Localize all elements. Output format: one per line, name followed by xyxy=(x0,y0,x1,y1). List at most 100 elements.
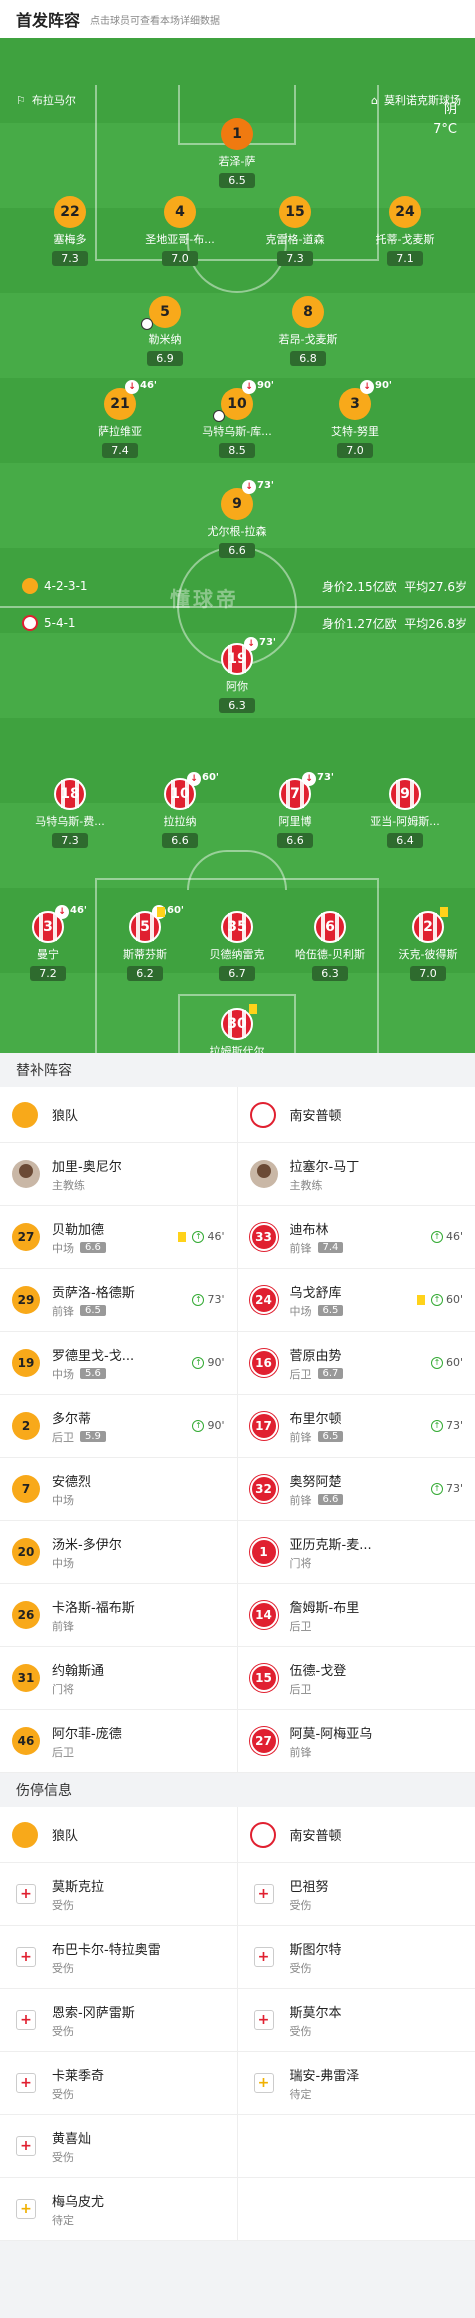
player-name: 卡洛斯-福布斯 xyxy=(52,1600,135,1616)
saints-player[interactable]: 6 哈伍德-贝利斯 6.3 xyxy=(275,911,385,981)
wolves-player[interactable]: 1 若泽-萨 6.5 xyxy=(182,118,292,188)
shirt-number: 29 xyxy=(12,1286,40,1314)
subs-section-title: 替补阵容 xyxy=(0,1053,475,1087)
shirt-number: 18 xyxy=(54,778,86,810)
subs-table: 狼队 南安普顿 加里-奥尼尔 主教练 拉塞尔-马丁 主教练 27 贝勒加德 中场 6.6 ↑… xyxy=(0,1087,475,1773)
away-coach[interactable]: 拉塞尔-马丁 主教练 xyxy=(237,1143,475,1206)
injury-away-team: 南安普顿 xyxy=(237,1807,475,1863)
shirt-number: 26 xyxy=(12,1601,40,1629)
shirt-number: 9 ↓ 73' xyxy=(221,480,274,520)
player-name: 沃克-彼得斯 xyxy=(398,948,458,961)
sub-player[interactable]: 2 多尔蒂 后卫 5.9 ↑ 90' xyxy=(0,1395,238,1458)
wolves-player[interactable]: 10 ↓ 90' 马特乌斯-库... 8.5 xyxy=(182,380,292,458)
sub-player[interactable]: 32 奥努阿楚 前锋 6.6 ↑ 73' xyxy=(237,1458,475,1521)
shirt-number: 3 ↓ 90' xyxy=(339,380,392,420)
injured-player[interactable]: + 莫斯克拉 受伤 xyxy=(0,1863,238,1926)
wolves-player[interactable]: 4 圣地亚哥-布... 7.0 xyxy=(125,196,235,266)
saints-player[interactable]: 2 沃克-彼得斯 7.0 xyxy=(373,907,475,981)
sub-player[interactable]: 29 贡萨洛-格德斯 前锋 6.5 ↑ 73' xyxy=(0,1269,238,1332)
sub-player[interactable]: 31 约翰斯通 门将 xyxy=(0,1647,238,1710)
wolves-player[interactable]: 5 勒米纳 6.9 xyxy=(110,296,220,366)
player-position: 中场 6.5 xyxy=(290,1303,344,1319)
shirt-number: 6 xyxy=(314,911,346,943)
goal-ball-icon xyxy=(213,410,225,422)
injured-player[interactable]: + 梅乌皮尤 待定 xyxy=(0,2178,238,2241)
player-name: 安德烈 xyxy=(52,1474,92,1490)
player-name: 黄喜灿 xyxy=(52,2131,92,2147)
sub-player[interactable]: 16 菅原由势 后卫 6.7 ↑ 60' xyxy=(237,1332,475,1395)
sub-out-icon: ↓ xyxy=(302,772,316,786)
player-name: 克雷格-道森 xyxy=(265,233,325,246)
injured-player[interactable]: + 黄喜灿 受伤 xyxy=(0,2115,238,2178)
sub-player[interactable]: 27 贝勒加德 中场 6.6 ↑ 46' xyxy=(0,1206,238,1269)
player-rating: 7.4 xyxy=(317,1242,344,1253)
injured-player[interactable]: + 斯图尔特 受伤 xyxy=(237,1926,475,1989)
player-name: 罗德里戈-戈... xyxy=(52,1348,135,1364)
player-info: 亚历克斯-麦... 门将 xyxy=(290,1534,372,1571)
sub-time: 73' xyxy=(259,637,276,648)
player-rating: 6.4 xyxy=(387,833,423,848)
sub-in-icon: ↑ xyxy=(430,1230,443,1243)
wolves-player[interactable]: 3 ↓ 90' 艾特-努里 7.0 xyxy=(300,380,410,458)
wolves-player[interactable]: 9 ↓ 73' 尤尔根-拉森 6.6 xyxy=(182,480,292,558)
saints-player[interactable]: 30拉姆斯代尔6.2 xyxy=(182,1004,292,1053)
sub-in-time: ↑ 60' xyxy=(430,1356,463,1369)
shirt-number: 30 xyxy=(221,1004,257,1040)
injured-player[interactable]: + 卡莱季奇 受伤 xyxy=(0,2052,238,2115)
player-position: 前锋 xyxy=(289,1745,312,1759)
sub-player[interactable]: 26 卡洛斯-福布斯 前锋 xyxy=(0,1584,238,1647)
shirt-number: 31 xyxy=(12,1664,40,1692)
player-name: 卡莱季奇 xyxy=(52,2068,105,2084)
injured-player[interactable]: + 斯莫尔本 受伤 xyxy=(237,1989,475,2052)
sub-player[interactable]: 27 阿莫-阿梅亚乌 前锋 xyxy=(237,1710,475,1773)
injured-player[interactable]: + 瑞安-弗雷泽 待定 xyxy=(237,2052,475,2115)
player-name: 斯图尔特 xyxy=(289,1942,342,1958)
player-position: 后卫 6.7 xyxy=(290,1366,344,1382)
shirt-number: 19 ↓ 73' xyxy=(221,637,276,675)
injured-player[interactable]: + 恩索-冈萨雷斯 受伤 xyxy=(0,1989,238,2052)
player-name: 圣地亚哥-布... xyxy=(145,233,215,246)
wolves-player[interactable]: 24 托蒂-戈麦斯 7.1 xyxy=(350,196,460,266)
southampton-logo-icon xyxy=(22,615,38,631)
wolves-player[interactable]: 8 若昂-戈麦斯 6.8 xyxy=(253,296,363,366)
player-position: 中场 6.6 xyxy=(52,1240,106,1256)
sub-player[interactable]: 33 迪布林 前锋 7.4 ↑ 46' xyxy=(237,1206,475,1269)
saints-player[interactable]: 19 ↓ 73' 阿你 6.3 xyxy=(182,637,292,713)
goal-ball-icon xyxy=(141,318,153,330)
player-name: 詹姆斯-布里 xyxy=(289,1600,360,1616)
shirt-number: 2 xyxy=(412,907,448,943)
injury-status: 待定 xyxy=(289,2087,312,2101)
home-coach[interactable]: 加里-奥尼尔 主教练 xyxy=(0,1143,238,1206)
injured-player[interactable]: + 布巴卡尔-特拉奥雷 受伤 xyxy=(0,1926,238,1989)
player-name: 乌戈舒库 xyxy=(289,1285,342,1301)
sub-player[interactable]: 1 亚历克斯-麦... 门将 xyxy=(237,1521,475,1584)
sub-player[interactable]: 24 乌戈舒库 中场 6.5 ↑ 60' xyxy=(237,1269,475,1332)
wolves-player[interactable]: 22 塞梅多 7.3 xyxy=(15,196,125,266)
saints-player[interactable]: 3 ↓ 46' 曼宁 7.2 xyxy=(0,905,103,981)
saints-player[interactable]: 10 ↓ 60' 拉拉纳 6.6 xyxy=(125,772,235,848)
player-info: 贡萨洛-格德斯 前锋 6.5 xyxy=(52,1282,135,1319)
sub-player[interactable]: 17 布里尔顿 前锋 6.5 ↑ 73' xyxy=(237,1395,475,1458)
shirt-number: 10 ↓ 90' xyxy=(213,380,274,422)
player-position: 中场 5.6 xyxy=(52,1366,134,1382)
injury-status: 受伤 xyxy=(289,2024,312,2038)
injured-player[interactable]: + 巴祖努 受伤 xyxy=(237,1863,475,1926)
subs-away-team: 南安普顿 xyxy=(237,1087,475,1143)
wolves-player[interactable]: 21 ↓ 46' 萨拉维亚 7.4 xyxy=(65,380,175,458)
sub-player[interactable]: 20 汤米-多伊尔 中场 xyxy=(0,1521,238,1584)
player-position: 前锋 7.4 xyxy=(290,1240,344,1256)
saints-player[interactable]: 9 亚当-阿姆斯... 6.4 xyxy=(350,778,460,848)
sub-player[interactable]: 7 安德烈 中场 xyxy=(0,1458,238,1521)
shirt-number: 7 xyxy=(12,1475,40,1503)
saints-player[interactable]: 18 马特乌斯-费... 7.3 xyxy=(15,778,125,848)
player-position: 后卫 xyxy=(289,1682,312,1696)
yellow-card-icon xyxy=(249,1004,257,1014)
sub-player[interactable]: 14 詹姆斯-布里 后卫 xyxy=(237,1584,475,1647)
player-name: 若昂-戈麦斯 xyxy=(278,333,338,346)
sub-player[interactable]: 15 伍德-戈登 后卫 xyxy=(237,1647,475,1710)
saints-player[interactable]: 7 ↓ 73' 阿里博 6.6 xyxy=(240,772,350,848)
wolves-player[interactable]: 15 克雷格-道森 7.3 xyxy=(240,196,350,266)
shirt-number: 22 xyxy=(54,196,86,228)
sub-player[interactable]: 19 罗德里戈-戈... 中场 5.6 ↑ 90' xyxy=(0,1332,238,1395)
sub-player[interactable]: 46 阿尔菲-庞德 后卫 xyxy=(0,1710,238,1773)
